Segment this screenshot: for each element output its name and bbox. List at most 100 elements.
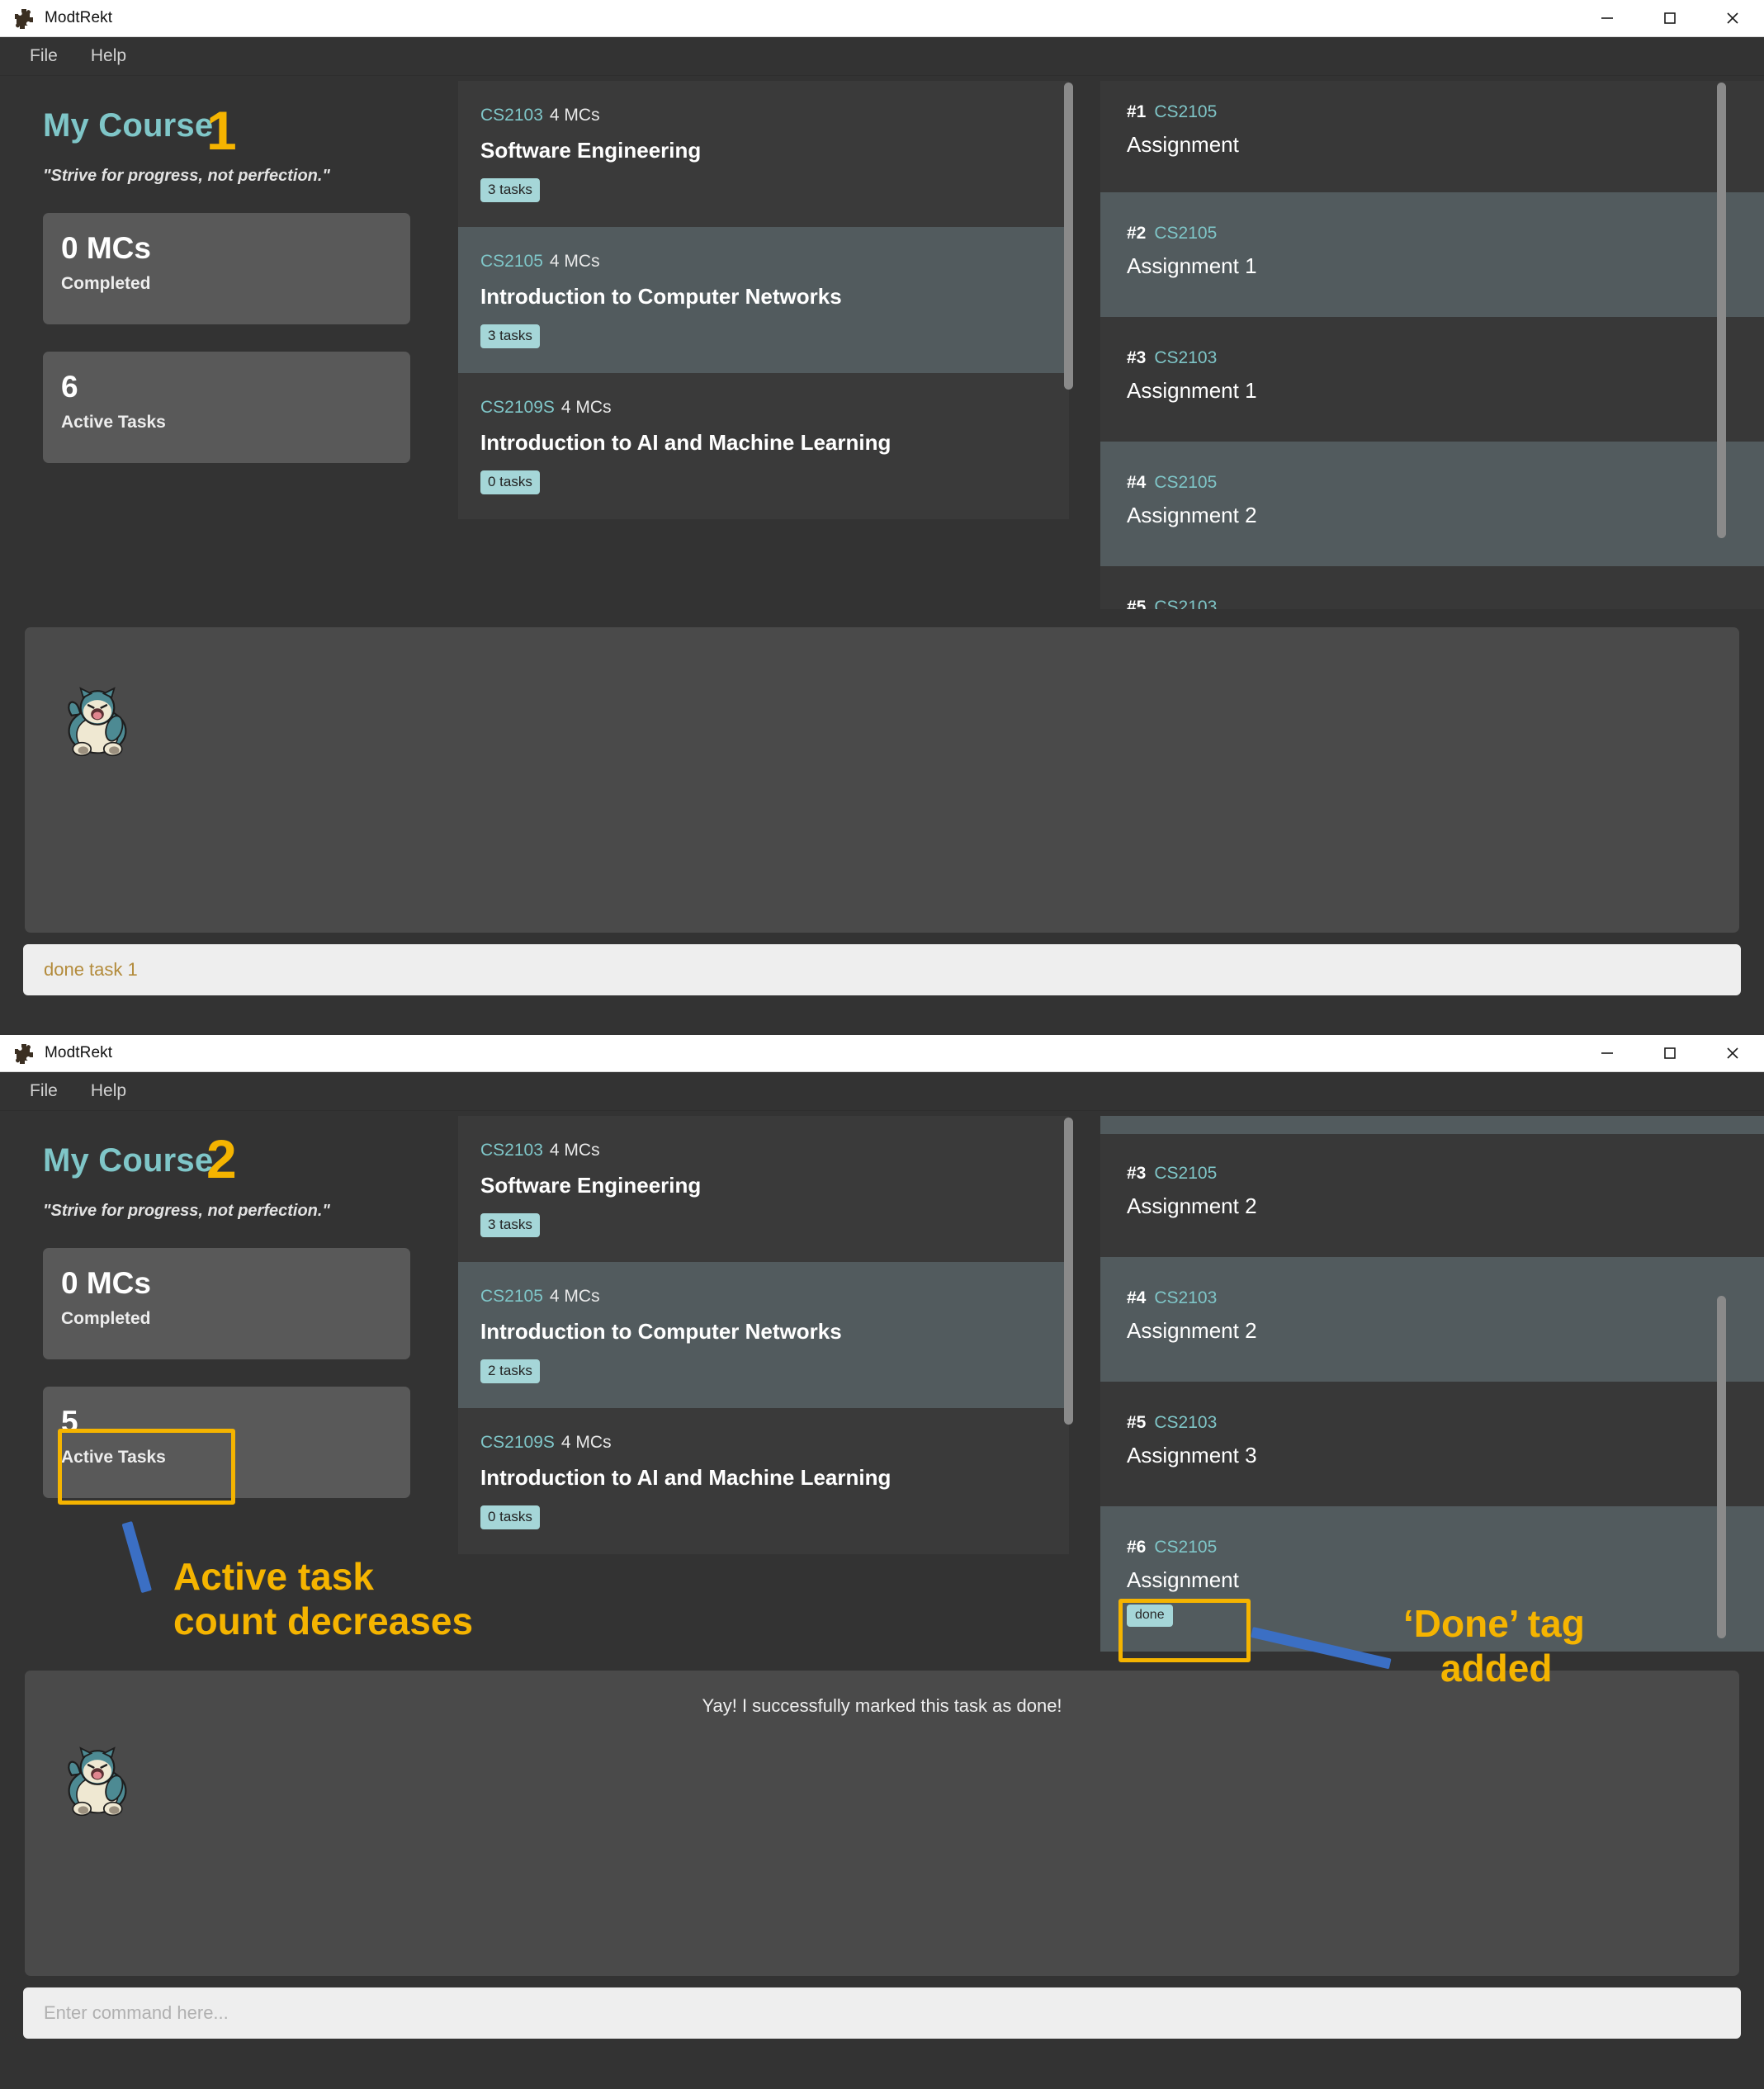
task-list-scrollbar-1[interactable] xyxy=(1717,83,1726,606)
annotation-active-line2: count decreases xyxy=(173,1600,474,1643)
maximize-button-1[interactable] xyxy=(1639,0,1701,37)
menu-file-2[interactable]: File xyxy=(15,1076,73,1106)
task-list-panel-2: #3 CS2105 Assignment 2 #4 CS2103 Assignmen… xyxy=(1069,1111,1764,1656)
task-list-scroll-2[interactable]: #3 CS2105 Assignment 2 #4 CS2103 Assignmen… xyxy=(1100,1116,1764,1652)
course-card[interactable]: CS2109S 4 MCs Introduction to AI and Mach… xyxy=(458,1408,1069,1554)
task-scroll-thumb-2[interactable] xyxy=(1717,1296,1726,1638)
app-puzzle-icon xyxy=(13,7,35,29)
stat-label-active-tasks-1: Active Tasks xyxy=(61,412,166,432)
course-task-badge: 3 tasks xyxy=(480,178,540,202)
annotation-text-active-tasks: Active task count decreases xyxy=(173,1554,473,1644)
close-button-2[interactable] xyxy=(1701,1035,1764,1072)
task-course-code: CS2105 xyxy=(1154,224,1218,243)
task-index: #3 xyxy=(1127,348,1147,367)
app-body-1: My Course "Strive for progress, not perf… xyxy=(0,76,1764,1033)
minimize-button-1[interactable] xyxy=(1576,0,1639,37)
chat-message-1 xyxy=(25,627,1739,652)
maximize-button-2[interactable] xyxy=(1639,1035,1701,1072)
course-list-scroll-1[interactable]: CS2103 4 MCs Software Engineering 3 tasks… xyxy=(458,81,1069,609)
course-list-panel-2: CS2103 4 MCs Software Engineering 3 tasks… xyxy=(458,1111,1073,1656)
stat-value-active-tasks-2: 5 xyxy=(61,1405,78,1439)
task-index: #4 xyxy=(1127,1288,1147,1307)
course-code: CS2109S xyxy=(480,1433,555,1452)
task-list-scrollbar-2[interactable] xyxy=(1717,1118,1726,1649)
stat-value-completed-2: 0 MCs xyxy=(61,1266,151,1300)
course-meta: CS2103 4 MCs xyxy=(480,1141,1069,1160)
table-row[interactable]: #1 CS2105 Assignment xyxy=(1100,81,1764,192)
table-row[interactable]: #5 CS2103 Assignment 3 xyxy=(1100,1382,1764,1506)
course-mcs: 4 MCs xyxy=(549,106,600,125)
annotation-step-number-1: 1 xyxy=(206,100,237,161)
course-title: Introduction to Computer Networks xyxy=(480,1319,842,1344)
command-input-2[interactable] xyxy=(23,1987,1741,2039)
task-list-partial-top-2 xyxy=(1100,1116,1764,1134)
course-title: Software Engineering xyxy=(480,1173,702,1198)
table-row[interactable]: #4 CS2105 Assignment 2 xyxy=(1100,442,1764,566)
task-title: Assignment 2 xyxy=(1127,503,1257,527)
close-button-1[interactable] xyxy=(1701,0,1764,37)
task-list-scroll-1[interactable]: #1 CS2105 Assignment #2 CS2105 Assignment … xyxy=(1100,81,1764,609)
course-card[interactable]: CS2103 4 MCs Software Engineering 3 tasks xyxy=(458,81,1069,227)
course-code: CS2105 xyxy=(480,1287,543,1306)
task-meta: #2 CS2105 xyxy=(1127,224,1764,243)
task-title: Assignment xyxy=(1127,132,1239,157)
command-input-1[interactable] xyxy=(23,944,1741,995)
course-meta: CS2109S 4 MCs xyxy=(480,398,1069,418)
annotation-text-done-tag: ‘Done’ tag added xyxy=(1403,1601,1585,1691)
command-input-wrap-1 xyxy=(0,933,1764,1012)
menu-help-1[interactable]: Help xyxy=(76,41,141,71)
course-meta: CS2109S 4 MCs xyxy=(480,1433,1069,1453)
task-index: #2 xyxy=(1127,224,1147,243)
command-input-wrap-2 xyxy=(0,1976,1764,2055)
course-meta: CS2105 4 MCs xyxy=(480,1287,1069,1307)
course-code: CS2105 xyxy=(480,252,543,271)
chat-panel-2: Yay! I successfully marked this task as … xyxy=(25,1671,1739,1976)
table-row[interactable]: #5 CS2103 xyxy=(1100,566,1764,609)
snorlax-avatar-2 xyxy=(56,1717,1739,1823)
annotation-step-number-2: 2 xyxy=(206,1128,237,1189)
title-bar-1: ModtRekt xyxy=(0,0,1764,37)
table-row[interactable]: #3 CS2103 Assignment 1 xyxy=(1100,317,1764,442)
course-task-badge: 3 tasks xyxy=(480,1213,540,1237)
course-card[interactable]: CS2105 4 MCs Introduction to Computer Net… xyxy=(458,227,1069,373)
course-heading-row-1: My Course xyxy=(43,107,458,144)
course-title: Introduction to Computer Networks xyxy=(480,284,842,309)
course-card[interactable]: CS2109S 4 MCs Introduction to AI and Mach… xyxy=(458,373,1069,519)
course-mcs: 4 MCs xyxy=(549,252,600,271)
course-title: Introduction to AI and Machine Learning xyxy=(480,1465,891,1490)
course-list-scroll-2[interactable]: CS2103 4 MCs Software Engineering 3 tasks… xyxy=(458,1116,1069,1652)
task-index: #1 xyxy=(1127,102,1147,121)
title-bar-2: ModtRekt xyxy=(0,1035,1764,1072)
table-row[interactable]: #3 CS2105 Assignment 2 xyxy=(1100,1134,1764,1257)
course-heading-row-2: My Course xyxy=(43,1142,458,1179)
chat-area-2: Yay! I successfully marked this task as … xyxy=(0,1656,1764,1976)
task-meta: #4 CS2105 xyxy=(1127,473,1764,493)
table-row[interactable]: #2 CS2105 Assignment 1 xyxy=(1100,192,1764,317)
course-task-badge: 0 tasks xyxy=(480,470,540,494)
stat-card-active-tasks-1: 6 Active Tasks xyxy=(43,352,410,463)
task-index: #5 xyxy=(1127,1413,1147,1432)
task-course-code: CS2103 xyxy=(1154,348,1218,367)
task-scroll-thumb-1[interactable] xyxy=(1717,83,1726,538)
task-title: Assignment 1 xyxy=(1127,253,1257,278)
stat-label-completed-2: Completed xyxy=(61,1308,151,1328)
task-course-code: CS2105 xyxy=(1154,1164,1218,1183)
menu-help-2[interactable]: Help xyxy=(76,1076,141,1106)
table-row[interactable]: #4 CS2103 Assignment 2 xyxy=(1100,1257,1764,1382)
course-title: Introduction to AI and Machine Learning xyxy=(480,430,891,455)
course-card[interactable]: CS2103 4 MCs Software Engineering 3 tasks xyxy=(458,1116,1069,1262)
task-title: Assignment 2 xyxy=(1127,1318,1257,1343)
motivational-quote-2: "Strive for progress, not perfection." xyxy=(43,1202,330,1220)
course-task-badge: 2 tasks xyxy=(480,1359,540,1383)
stat-value-active-tasks-1: 6 xyxy=(61,370,78,404)
app-puzzle-icon xyxy=(13,1042,35,1064)
menu-file-1[interactable]: File xyxy=(15,41,73,71)
minimize-button-2[interactable] xyxy=(1576,1035,1639,1072)
course-mcs: 4 MCs xyxy=(560,1433,612,1452)
task-meta: #5 CS2103 xyxy=(1127,1413,1764,1433)
screenshot-root: ModtRekt File Help My Course "Strive for… xyxy=(0,0,1764,2089)
task-index: #4 xyxy=(1127,473,1147,492)
course-card[interactable]: CS2105 4 MCs Introduction to Computer Net… xyxy=(458,1262,1069,1408)
course-task-badge: 3 tasks xyxy=(480,324,540,348)
task-meta: #1 CS2105 xyxy=(1127,102,1764,122)
